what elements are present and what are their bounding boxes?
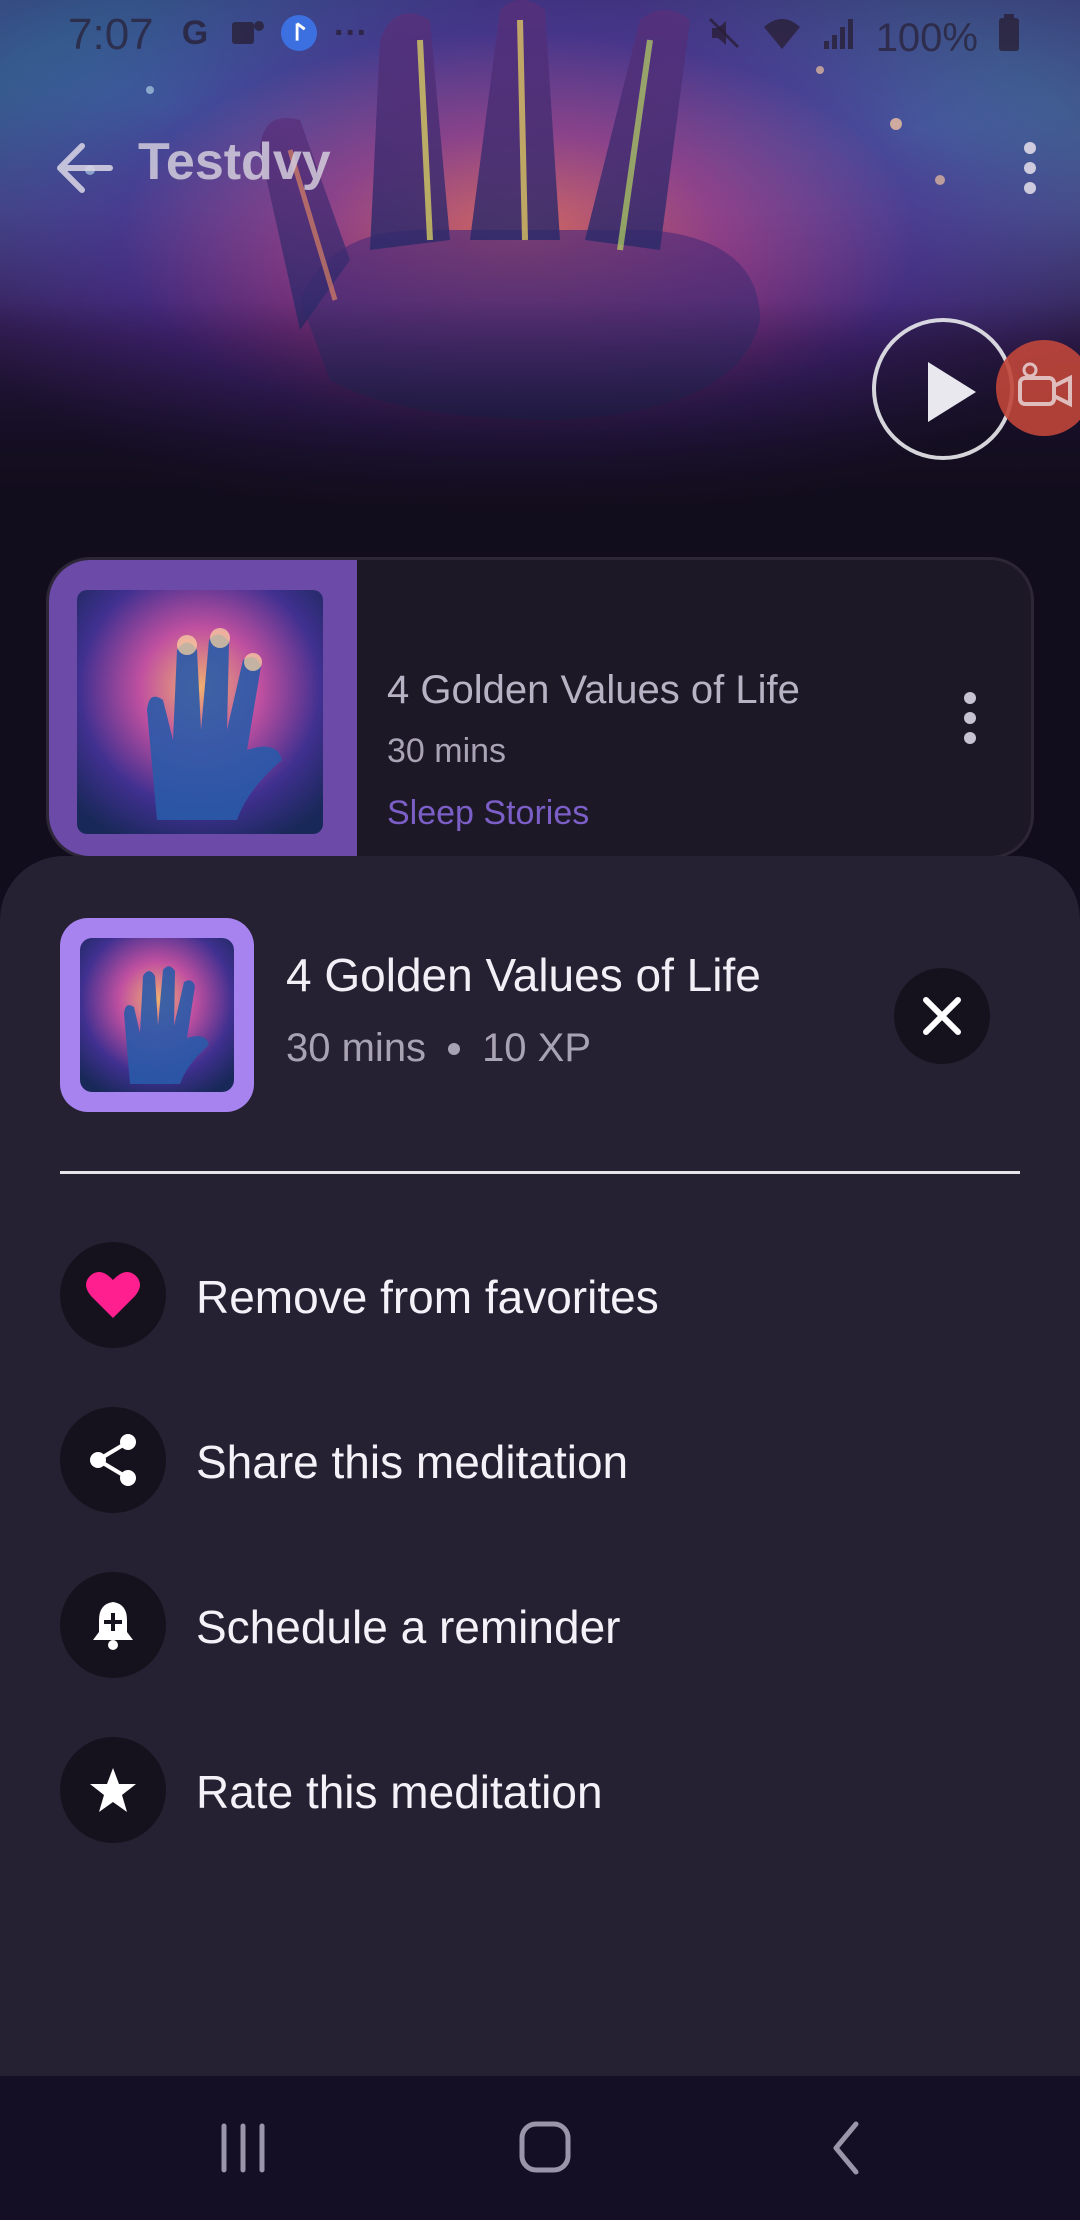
battery-text: 100% [875,15,978,60]
more-icon: ··· [334,13,368,52]
share-icon [60,1407,166,1513]
home-icon [519,2121,571,2173]
close-button[interactable] [894,968,990,1064]
rate-item[interactable]: Rate this meditation [60,1737,1020,1843]
divider [60,1171,1020,1174]
cover-image [80,938,234,1092]
card-more-button[interactable] [955,688,985,748]
close-icon [923,997,961,1035]
top-app-bar: Testdvy [0,120,1080,210]
recent-apps-button[interactable] [208,2116,278,2180]
screen-record-button[interactable] [996,340,1080,436]
more-options-button[interactable] [1010,138,1050,198]
mute-icon [706,15,742,61]
heart-icon [60,1242,166,1348]
share-item[interactable]: Share this meditation [60,1407,1020,1513]
play-button[interactable] [872,318,1014,460]
chevron-left-icon [833,2121,859,2175]
sheet-duration: 30 mins [286,1026,427,1070]
card-category[interactable]: Sleep Stories [387,794,589,833]
card-artwork [49,560,357,856]
star-icon [60,1737,166,1843]
recents-icon [221,2123,265,2173]
arrow-left-icon [57,143,113,193]
cover-image [77,590,323,834]
schedule-reminder-item[interactable]: Schedule a reminder [60,1572,1020,1678]
meditation-card[interactable]: 4 Golden Values of Life 30 mins Sleep St… [46,557,1034,859]
menu-item-label: Rate this meditation [196,1766,603,1818]
sheet-meta: 30 mins 10 XP [286,1026,591,1071]
kebab-icon [1024,142,1036,194]
page-title: Testdvy [138,133,331,191]
card-duration: 30 mins [387,732,507,770]
wifi-icon [762,16,802,61]
status-bar: 7:07 G ··· 100% [0,0,1080,70]
back-button[interactable] [50,138,120,198]
sheet-xp: 10 XP [482,1026,592,1070]
system-navigation-bar [0,2076,1080,2220]
signal-icon [822,16,856,61]
options-bottom-sheet: 4 Golden Values of Life 30 mins 10 XP Re… [0,856,1080,2076]
menu-item-label: Share this meditation [196,1436,629,1488]
status-icons-right: 100% [706,14,1020,62]
video-camera-icon [1018,362,1072,408]
menu-item-label: Remove from favorites [196,1271,659,1323]
google-icon: G [181,13,209,52]
sheet-title: 4 Golden Values of Life [286,949,761,1001]
battery-icon [998,14,1020,62]
home-button[interactable] [510,2116,580,2180]
kebab-icon [964,692,976,744]
back-nav-button[interactable] [812,2116,882,2180]
separator-dot [448,1042,461,1055]
remove-favorite-item[interactable]: Remove from favorites [60,1242,1020,1348]
menu-item-label: Schedule a reminder [196,1601,621,1653]
teams-icon [228,14,266,52]
card-title: 4 Golden Values of Life [387,668,800,712]
sheet-thumbnail [60,918,254,1112]
status-icons-left: G ··· [176,14,370,52]
bell-plus-icon [60,1572,166,1678]
status-time: 7:07 [68,10,154,59]
app-icon [280,14,318,52]
play-icon [928,362,976,422]
